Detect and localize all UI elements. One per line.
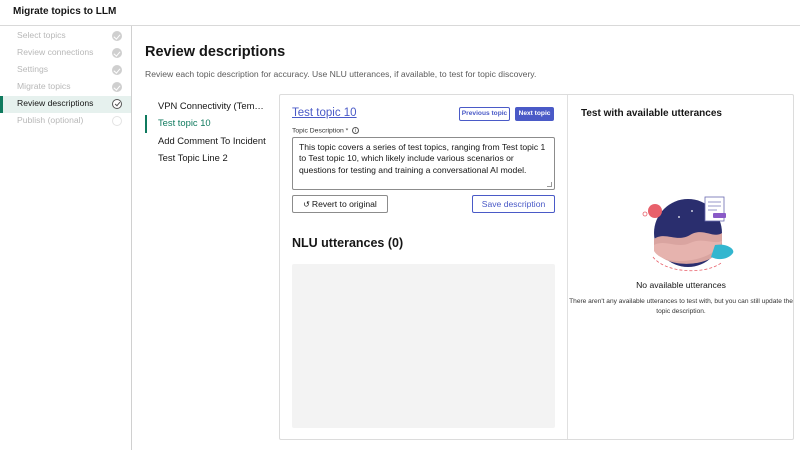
check-circle-icon bbox=[112, 65, 122, 75]
topic-label: Test topic 10 bbox=[158, 117, 211, 128]
topic-list-item[interactable]: Add Comment To Incident bbox=[145, 133, 271, 151]
save-description-button[interactable]: Save description bbox=[472, 195, 555, 213]
step-select-topics[interactable]: Select topics bbox=[0, 28, 131, 45]
topic-list-item[interactable]: Test Topic Line 2 bbox=[145, 150, 271, 168]
next-topic-button[interactable]: Next topic bbox=[515, 107, 554, 121]
empty-circle-icon bbox=[112, 116, 122, 126]
resize-handle-icon[interactable] bbox=[547, 182, 552, 187]
topic-label: VPN Connectivity (Temp... bbox=[158, 100, 266, 111]
check-circle-icon bbox=[112, 31, 122, 41]
topic-name-link[interactable]: Test topic 10 bbox=[292, 107, 357, 119]
panel-divider bbox=[567, 95, 568, 439]
description-label-text: Topic Description bbox=[292, 127, 344, 135]
revert-to-original-button[interactable]: ↺ Revert to original bbox=[292, 195, 388, 213]
topic-label: Add Comment To Incident bbox=[158, 135, 266, 146]
nlu-utterances-list bbox=[292, 264, 555, 428]
step-label: Review descriptions bbox=[17, 98, 94, 108]
empty-state-illustration bbox=[642, 196, 734, 272]
top-bar: Migrate topics to LLM bbox=[0, 0, 800, 26]
topic-list-item-selected[interactable]: Test topic 10 bbox=[145, 115, 271, 133]
page-subtitle: Review each topic description for accura… bbox=[145, 69, 537, 79]
in-progress-icon bbox=[112, 99, 122, 109]
topic-review-panel: Test topic 10 Previous topic Next topic … bbox=[279, 94, 794, 440]
step-label: Migrate topics bbox=[17, 81, 71, 91]
step-publish[interactable]: Publish (optional) bbox=[0, 113, 131, 130]
nlu-utterances-heading: NLU utterances (0) bbox=[292, 236, 404, 250]
revert-icon: ↺ bbox=[303, 200, 310, 209]
step-label: Select topics bbox=[17, 30, 66, 40]
info-icon[interactable]: i bbox=[352, 127, 360, 134]
check-circle-icon bbox=[112, 82, 122, 92]
topic-label: Test Topic Line 2 bbox=[158, 152, 228, 163]
step-label: Review connections bbox=[17, 47, 94, 57]
app-title: Migrate topics to LLM bbox=[13, 6, 117, 17]
step-migrate-topics[interactable]: Migrate topics bbox=[0, 79, 131, 96]
test-utterances-heading: Test with available utterances bbox=[581, 108, 722, 119]
required-marker: * bbox=[345, 127, 349, 135]
step-label: Settings bbox=[17, 64, 49, 74]
step-review-descriptions[interactable]: Review descriptions bbox=[0, 96, 131, 113]
page-title: Review descriptions bbox=[145, 44, 286, 60]
previous-topic-button[interactable]: Previous topic bbox=[459, 107, 510, 121]
description-text: This topic covers a series of test topic… bbox=[299, 142, 546, 175]
step-label: Publish (optional) bbox=[17, 115, 84, 125]
empty-state-text: There aren't any available utterances to… bbox=[569, 298, 793, 315]
description-field-label: Topic Description * i bbox=[292, 127, 360, 135]
wizard-steps-sidebar: Select topics Review connections Setting… bbox=[0, 26, 132, 450]
step-settings[interactable]: Settings bbox=[0, 62, 131, 79]
empty-state-title: No available utterances bbox=[636, 280, 726, 290]
step-review-connections[interactable]: Review connections bbox=[0, 45, 131, 62]
revert-label: Revert to original bbox=[311, 199, 377, 209]
check-circle-icon bbox=[112, 48, 122, 58]
topic-list-item[interactable]: VPN Connectivity (Temp... bbox=[145, 98, 271, 116]
topic-description-textarea[interactable]: This topic covers a series of test topic… bbox=[292, 137, 555, 190]
